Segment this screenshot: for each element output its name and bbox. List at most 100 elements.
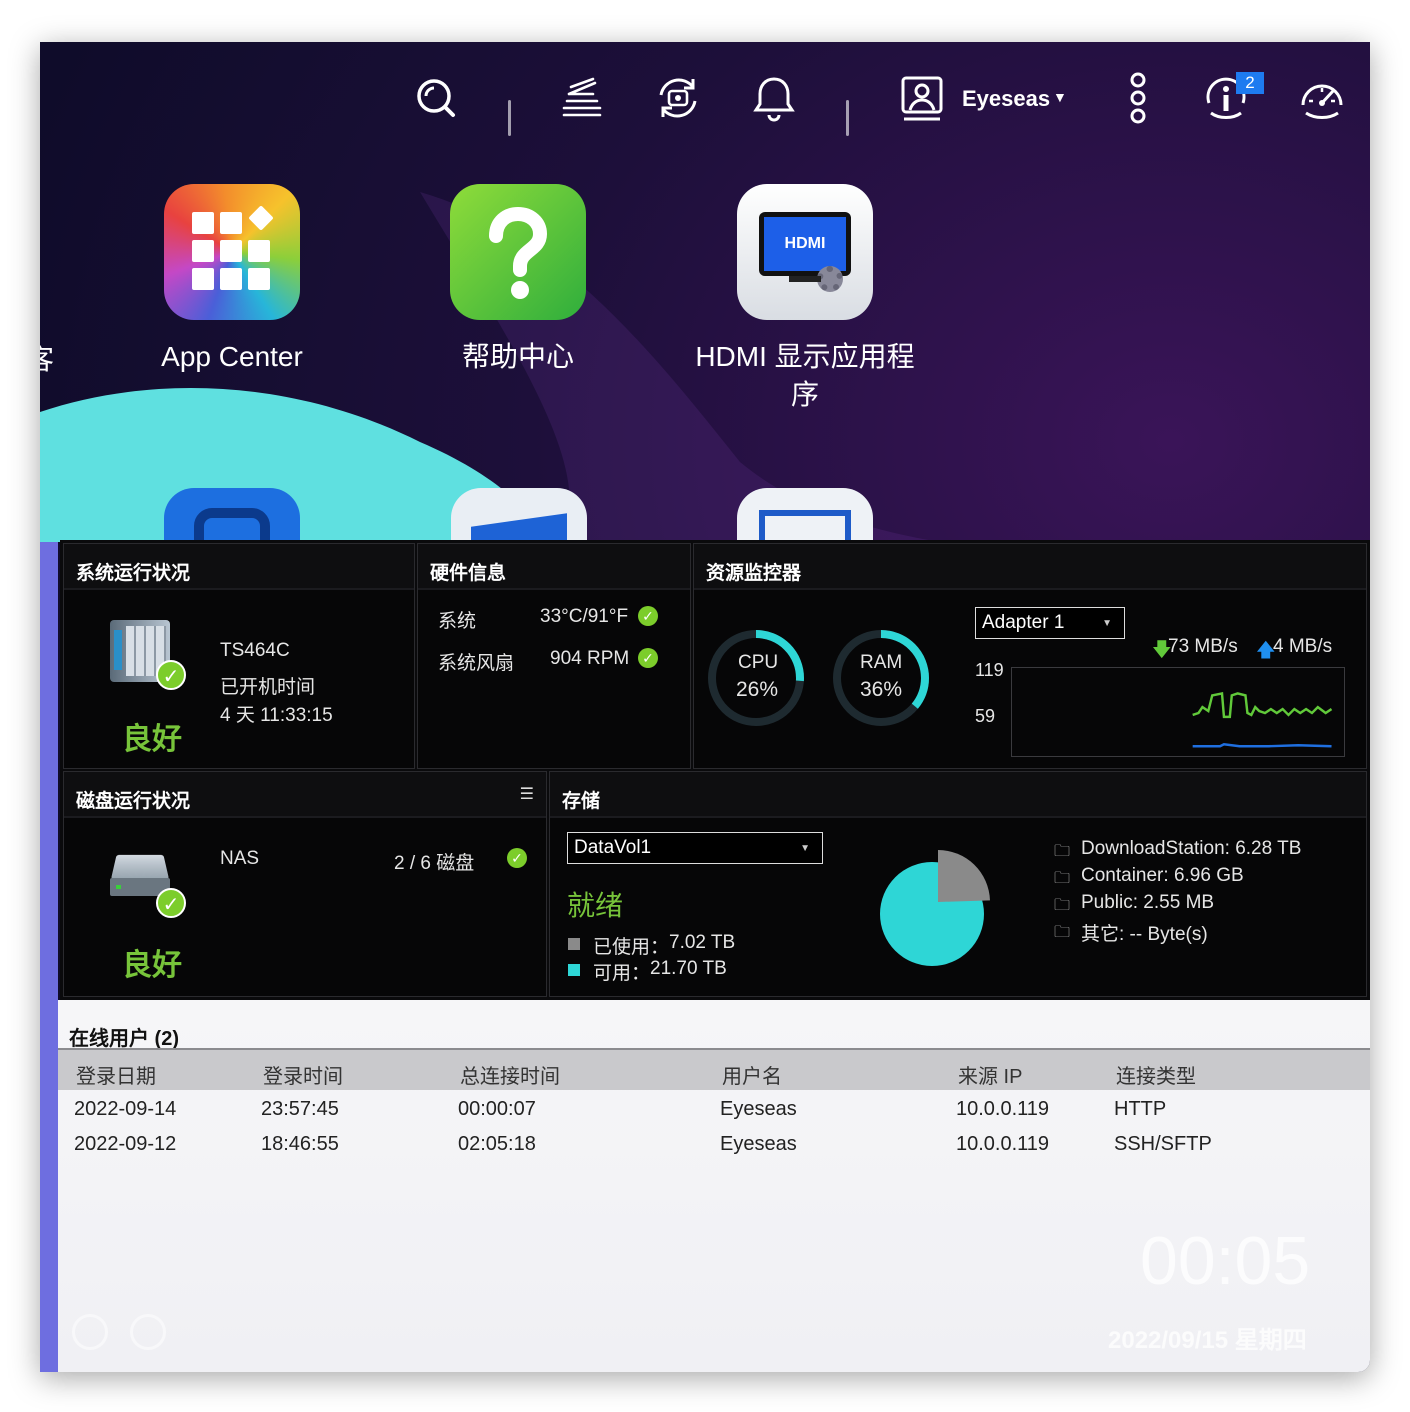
cell-type: SSH/SFTP <box>1114 1133 1212 1155</box>
folder-item: Container: 6.96 GB <box>1081 865 1244 886</box>
ram-value: 36% <box>860 678 903 701</box>
table-header: 登录日期 登录时间 总连接时间 用户名 来源 IP 连接类型 <box>58 1050 1370 1090</box>
partial-app-icon[interactable] <box>451 488 587 548</box>
column-header[interactable]: 连接类型 <box>1116 1060 1196 1089</box>
folder-item: Public: 2.55 MB <box>1081 892 1215 913</box>
volume-select-value: DataVol1 <box>574 837 652 858</box>
used-value: 7.02 TB <box>669 932 736 953</box>
qts-desktop-window: Eyeseas ▼ 2 客 App Center 帮助中心 HDMI HDMI … <box>40 42 1370 1372</box>
more-icon[interactable] <box>1112 72 1164 124</box>
bell-icon[interactable] <box>748 72 800 124</box>
username-label[interactable]: Eyeseas <box>962 86 1050 112</box>
sync-icon[interactable] <box>652 72 704 124</box>
disk-status-text: 良好 <box>122 949 182 982</box>
ram-label: RAM <box>860 652 903 673</box>
hdmi-icon: HDMI <box>737 184 873 320</box>
hdmi-app-label: HDMI 显示应用程序 <box>695 341 915 410</box>
cell-type: HTTP <box>1114 1098 1167 1120</box>
download-speed: 73 MB/s <box>1168 636 1238 657</box>
pie-slice-used <box>938 850 990 902</box>
search-icon[interactable] <box>410 72 462 124</box>
cell-username: Eyeseas <box>720 1133 797 1155</box>
hw-ok-icon: ✓ <box>638 648 658 668</box>
uptime-label: 已开机时间 <box>220 677 316 698</box>
free-label: 可用： <box>593 963 651 984</box>
hardware-info-widget: 硬件信息 系统 33°C/91°F ✓ 系统风扇 904 RPM ✓ <box>417 543 691 769</box>
network-traffic-chart <box>1011 667 1345 757</box>
column-header[interactable]: 登录日期 <box>76 1060 156 1089</box>
download-series-line <box>1192 691 1333 719</box>
adapter-select-value: Adapter 1 <box>982 612 1065 633</box>
table-row[interactable]: 2022-09-12 18:46:55 02:05:18 Eyeseas 10.… <box>58 1133 1370 1165</box>
list-view-icon[interactable]: ☰ <box>520 784 534 804</box>
cell-ip: 10.0.0.119 <box>956 1098 1050 1120</box>
volume-select[interactable]: DataVol1 ▼ <box>567 832 823 864</box>
hw-row-label: 系统风扇 <box>438 653 515 674</box>
cell-time: 23:57:45 <box>261 1098 339 1120</box>
user-icon[interactable] <box>896 72 948 124</box>
cell-date: 2022-09-12 <box>74 1133 177 1155</box>
toolbar-divider <box>846 100 849 136</box>
column-header[interactable]: 来源 IP <box>958 1060 1022 1089</box>
table-row[interactable]: 2022-09-14 23:57:45 00:00:07 Eyeseas 10.… <box>58 1098 1370 1130</box>
help-center-label: 帮助中心 <box>461 341 574 372</box>
column-header[interactable]: 用户名 <box>722 1060 782 1089</box>
chart-axis-top: 119 <box>975 660 1004 680</box>
storage-pie-chart <box>880 850 990 966</box>
hdmi-screen: HDMI <box>759 212 851 276</box>
cpu-label: CPU <box>738 652 779 673</box>
widget-title: 资源监控器 <box>694 544 1366 590</box>
free-legend-swatch <box>568 964 580 976</box>
folder-icon: 🗀 <box>1054 924 1071 941</box>
used-legend-swatch <box>568 938 580 950</box>
dashboard-widgets: 系统运行状况 ✓ 良好 TS464C 已开机时间 4 天 11:33:15 硬件… <box>60 540 1370 1002</box>
folder-item: DownloadStation: 6.28 TB <box>1081 838 1302 859</box>
status-check-icon: ✓ <box>156 660 186 690</box>
disk-count: 2 / 6 磁盘 <box>394 853 475 874</box>
dock-icon[interactable] <box>72 1314 108 1350</box>
desktop-date: 2022/09/15 星期四 <box>1108 1327 1307 1354</box>
adapter-select[interactable]: Adapter 1 ▼ <box>975 607 1125 639</box>
widget-title: 存储 <box>550 772 1366 818</box>
toolbar-divider <box>508 100 511 136</box>
cpu-value: 26% <box>736 678 779 701</box>
notification-badge[interactable]: 2 <box>1236 72 1264 94</box>
top-toolbar: Eyeseas ▼ 2 <box>40 42 1370 152</box>
help-center-icon <box>450 184 586 320</box>
app-center-icon <box>164 184 300 320</box>
partial-app-icon[interactable] <box>164 488 300 548</box>
hdmi-badge-text: HDMI <box>764 217 846 271</box>
upload-speed: 4 MB/s <box>1273 636 1333 657</box>
device-model: TS464C <box>220 640 290 661</box>
hw-row-value: 904 RPM <box>550 648 630 669</box>
volume-state: 就绪 <box>567 890 624 921</box>
dashboard-icon[interactable] <box>1296 72 1348 124</box>
cell-time: 18:46:55 <box>261 1133 339 1155</box>
online-users-widget: 在线用户 (2) 登录日期 登录时间 总连接时间 用户名 来源 IP 连接类型 … <box>58 1000 1370 1372</box>
app-center-label: App Center <box>161 341 303 372</box>
dock-icon[interactable] <box>130 1314 166 1350</box>
chart-axis-mid: 59 <box>975 706 996 726</box>
online-users-title: 在线用户 (2) <box>69 1028 179 1050</box>
user-menu-caret-icon[interactable]: ▼ <box>1053 89 1067 105</box>
help-center-shortcut[interactable]: 帮助中心 <box>398 184 638 376</box>
system-status-widget: 系统运行状况 ✓ 良好 TS464C 已开机时间 4 天 11:33:15 <box>63 543 415 769</box>
column-header[interactable]: 总连接时间 <box>460 1060 560 1089</box>
widget-title: 系统运行状况 <box>64 544 414 590</box>
disk-group-name: NAS <box>220 848 260 869</box>
folder-icon: 🗀 <box>1054 843 1071 860</box>
partial-app-icon[interactable] <box>737 488 873 548</box>
cell-duration: 02:05:18 <box>458 1133 536 1155</box>
hdmi-app-shortcut[interactable]: HDMI HDMI 显示应用程序 <box>685 184 925 414</box>
hw-row-label: 系统 <box>438 611 477 632</box>
resource-monitor-widget: 资源监控器 CPU 26% RAM 36% Adapter 1 ▼ 🡇 73 M… <box>693 543 1367 769</box>
truncated-app-label: 客 <box>40 344 55 375</box>
system-status-text: 良好 <box>122 723 182 756</box>
task-list-icon[interactable] <box>556 72 608 124</box>
chevron-down-icon: ▼ <box>800 843 810 854</box>
app-center-shortcut[interactable]: App Center <box>112 184 352 376</box>
desktop-clock: 00:05 <box>1140 1223 1311 1299</box>
column-header[interactable]: 登录时间 <box>263 1060 343 1089</box>
disk-ok-icon: ✓ <box>507 848 527 868</box>
folder-icon: 🗀 <box>1054 870 1071 887</box>
